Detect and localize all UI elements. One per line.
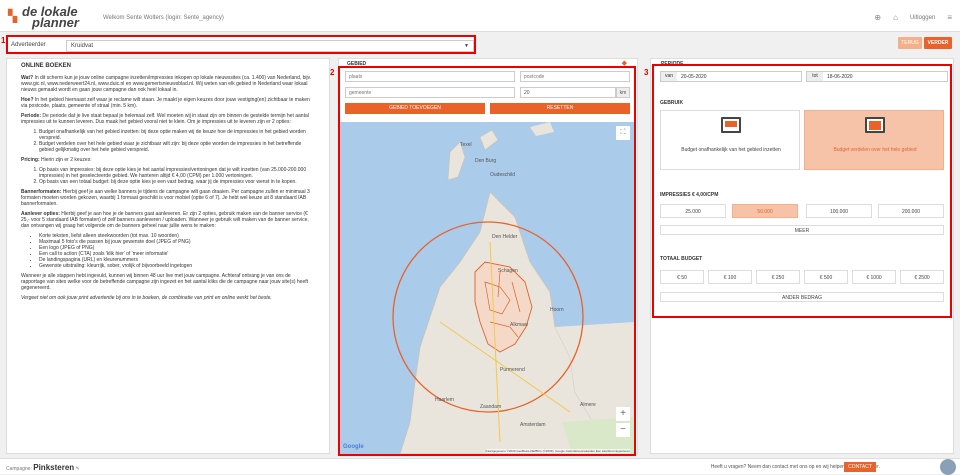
impressies-option[interactable]: 25.000 xyxy=(660,204,726,218)
map-label: Haarlem xyxy=(435,397,454,403)
monitor-icon xyxy=(865,117,885,133)
gebruik-title: GEBRUIK xyxy=(660,100,684,106)
impressies-option[interactable]: 100.000 xyxy=(806,204,872,218)
campaign-info: Campagne: Pinksteren ✎ xyxy=(6,463,80,472)
date-from-field[interactable]: van 20-05-2020 xyxy=(660,71,802,82)
postcode-input[interactable] xyxy=(520,71,630,82)
logo[interactable]: ▚ de lokale planner xyxy=(8,5,88,29)
info-closing: Wanneer je alle stappen hebt ingevuld, k… xyxy=(21,273,309,291)
pricing-list: Op basis van impressies: bij deze optie … xyxy=(39,167,315,185)
list-item: Gewenste uitstraling: kleurrijk, sober, … xyxy=(39,263,315,269)
date-from-label: van xyxy=(661,72,677,81)
next-button[interactable]: VERDER xyxy=(924,37,952,49)
logo-text-line2: planner xyxy=(32,15,79,30)
top-bar: ▚ de lokale planner Welkom Sente Wolters… xyxy=(0,0,960,32)
budget-option[interactable]: € 50 xyxy=(660,270,704,284)
zoom-in-button[interactable]: + xyxy=(616,407,630,421)
info-panel: ONLINE BOEKEN Wat? In dit scherm kun je … xyxy=(6,58,330,454)
map-label: Den Burg xyxy=(475,158,497,164)
annotation-marker-1: 1 xyxy=(1,36,6,45)
gemeente-input[interactable] xyxy=(345,87,515,98)
map-label: Almere xyxy=(580,402,596,408)
annotation-marker-2: 2 xyxy=(330,68,335,77)
radius-input[interactable]: 20 xyxy=(520,87,616,98)
impressies-title: IMPRESSIES € 4,00/CPM xyxy=(660,192,719,198)
advertiser-bar: Adverteerder Kruidvat ▼ xyxy=(6,35,476,54)
map-label: Alkmaar xyxy=(510,322,529,328)
advertiser-select[interactable]: Kruidvat ▼ xyxy=(66,40,474,52)
info-aanlever: Aanlever opties: Hierbij geef je aan hoe… xyxy=(21,211,309,229)
logo-icon: ▚ xyxy=(8,9,18,23)
map-attribution[interactable]: Kaartgegevens ©2020 GeoBasis-DE/BKG (©20… xyxy=(485,449,630,453)
map-label: Oudeschild xyxy=(490,172,516,178)
gebruik-option-label: Budget verdelen over het hele gebied xyxy=(833,147,917,153)
map-label: Hoorn xyxy=(550,307,564,313)
budget-option[interactable]: € 250 xyxy=(756,270,800,284)
plaats-input[interactable] xyxy=(345,71,515,82)
date-to-value: 18-06-2020 xyxy=(827,74,853,80)
menu-icon[interactable]: ≡ xyxy=(947,13,952,22)
settings-highlight: van 20-05-2020 tot 18-06-2020 GEBRUIK Bu… xyxy=(652,64,952,318)
logout-link[interactable]: Uitloggen xyxy=(910,15,935,21)
globe-icon[interactable]: ⊕ xyxy=(874,13,881,22)
budget-title: TOTAAL BUDGET xyxy=(660,256,703,262)
annotation-marker-3: 3 xyxy=(644,68,649,77)
gebruik-option-label: Budget onafhankelijk van het gebied inze… xyxy=(681,147,781,153)
list-item: Op basis van impressies: bij deze optie … xyxy=(39,167,315,179)
map-label: Purmerend xyxy=(500,367,525,373)
gebruik-option-spread[interactable]: Budget verdelen over het hele gebied xyxy=(804,110,944,170)
dashboard-icon[interactable]: ⌂ xyxy=(893,13,898,22)
aanlever-list: Korte teksten, liefst alleen steekwoorde… xyxy=(39,233,315,269)
info-wat: Wat? In dit scherm kun je jouw online ca… xyxy=(21,75,312,93)
gebruik-option-independent[interactable]: Budget onafhankelijk van het gebied inze… xyxy=(660,110,800,170)
info-pricing: Pricing: Hierin zijn er 2 keuzes: xyxy=(21,157,92,163)
info-closing-italic: Vergeet niet om ook jouw print advertent… xyxy=(21,295,272,301)
radius-unit: km xyxy=(616,87,630,98)
google-logo: Google xyxy=(343,444,364,450)
area-highlight: 20 km GEBIED TOEVOEGEN RESETTEN Texel De… xyxy=(338,66,636,456)
info-periode: Periode: De periode dat je live staat be… xyxy=(21,113,309,125)
avatar[interactable] xyxy=(940,459,956,475)
fullscreen-button[interactable]: ⛶ xyxy=(616,126,630,140)
welcome-text: Welkom Sente Wolters (login: Sente_agenc… xyxy=(103,15,224,21)
map-label: Zaandam xyxy=(480,404,502,410)
chevron-down-icon: ▼ xyxy=(464,43,469,49)
edit-icon[interactable]: ✎ xyxy=(76,466,80,472)
add-area-button[interactable]: GEBIED TOEVOEGEN xyxy=(345,103,485,114)
custom-amount-button[interactable]: ANDER BEDRAG xyxy=(660,292,944,302)
date-to-label: tot xyxy=(807,72,823,81)
back-button[interactable]: TERUG xyxy=(898,37,922,49)
date-from-value: 20-05-2020 xyxy=(681,74,707,80)
budget-option[interactable]: € 100 xyxy=(708,270,752,284)
info-title: ONLINE BOEKEN xyxy=(21,63,72,69)
contact-button[interactable]: CONTACT xyxy=(844,462,876,472)
advertiser-label: Adverteerder xyxy=(11,42,46,48)
zoom-out-button[interactable]: − xyxy=(616,423,630,437)
list-item: Op basis van een totaal budget: bij deze… xyxy=(39,179,315,185)
advertiser-value: Kruidvat xyxy=(71,43,94,49)
top-bar-actions: ⊕ ⌂ Uitloggen ≡ xyxy=(874,13,952,22)
impressies-option[interactable]: 200.000 xyxy=(878,204,944,218)
impressies-option[interactable]: 50.000 xyxy=(732,204,798,218)
map-label: Den Helder xyxy=(492,234,518,240)
map-label: Schagen xyxy=(498,268,518,274)
list-item: Budget verdelen over het hele gebied waa… xyxy=(39,141,315,153)
monitor-icon xyxy=(721,117,741,133)
map-label: Amsterdam xyxy=(520,422,546,428)
budget-option[interactable]: € 500 xyxy=(804,270,848,284)
budget-option[interactable]: € 2500 xyxy=(900,270,944,284)
info-banner: Bannerformaten: Hierbij geef je aan welk… xyxy=(21,189,310,207)
reset-button[interactable]: RESETTEN xyxy=(490,103,630,114)
periode-list: Budget onafhankelijk van het gebied inze… xyxy=(39,129,315,153)
date-to-field[interactable]: tot 18-06-2020 xyxy=(806,71,948,82)
budget-option[interactable]: € 1000 xyxy=(852,270,896,284)
map[interactable]: Texel Den Burg Oudeschild Den Helder Sch… xyxy=(340,122,634,454)
footer: Campagne: Pinksteren ✎ Heeft u vragen? N… xyxy=(0,458,960,475)
map-label: Texel xyxy=(460,142,472,148)
more-button[interactable]: MEER xyxy=(660,225,944,235)
campaign-name: Pinksteren xyxy=(33,463,75,472)
list-item: Budget onafhankelijk van het gebied inze… xyxy=(39,129,315,141)
info-hoe: Hoe? In het gebied hiernaast zelf waar j… xyxy=(21,97,310,109)
